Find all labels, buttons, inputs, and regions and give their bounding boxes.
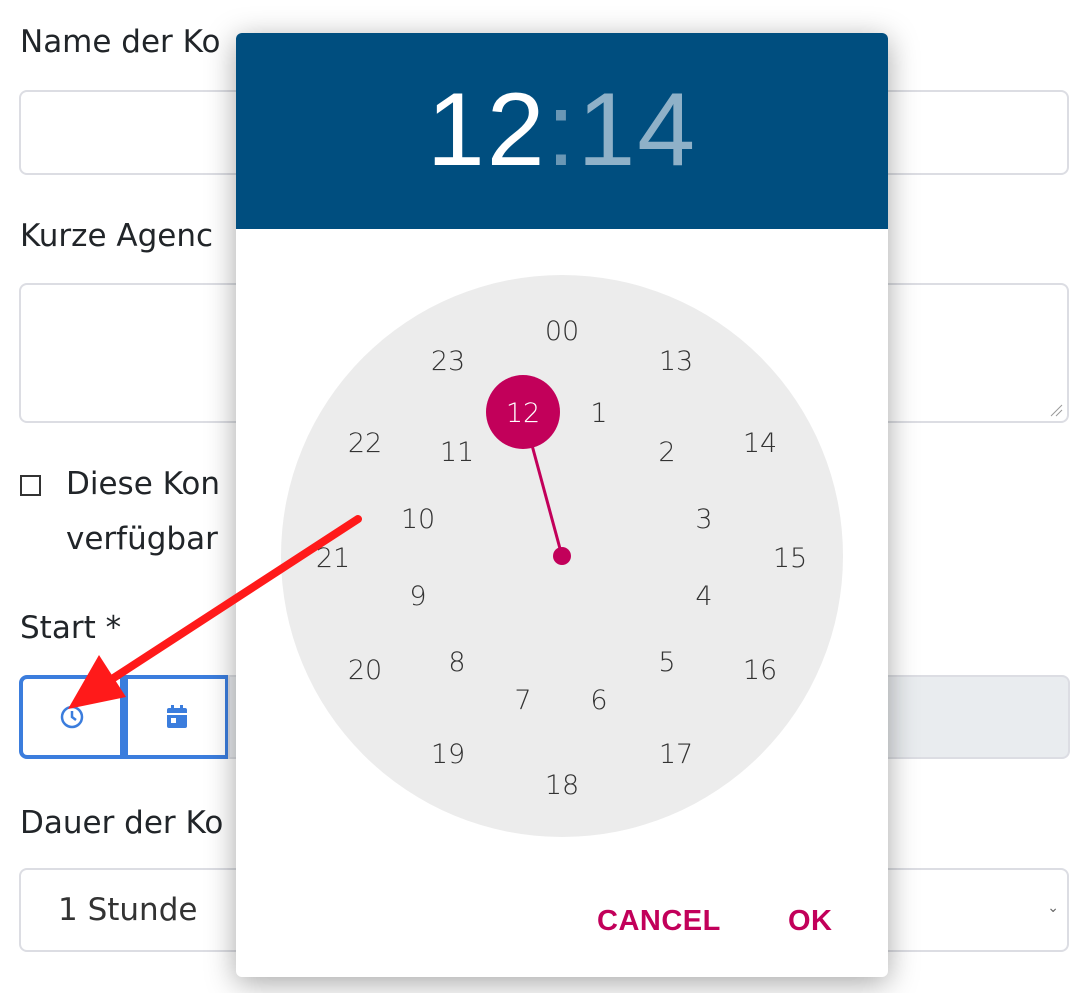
hour-9: 9 bbox=[409, 581, 426, 612]
hour-7: 7 bbox=[514, 685, 531, 716]
hour-8: 8 bbox=[448, 647, 465, 678]
calendar-icon bbox=[166, 705, 187, 728]
clock-icon bbox=[60, 705, 83, 729]
hour-13: 13 bbox=[659, 346, 693, 377]
available-checkbox-label-2: verfügbar bbox=[66, 521, 218, 557]
start-label: Start * bbox=[20, 610, 122, 646]
hour-21: 21 bbox=[316, 543, 350, 574]
hour-22: 22 bbox=[348, 428, 382, 459]
hour-2: 2 bbox=[658, 437, 675, 468]
chevron-down-icon: ⌄ bbox=[1047, 900, 1059, 916]
hour-15: 15 bbox=[773, 543, 807, 574]
hour-4: 4 bbox=[695, 581, 712, 612]
conference-name-label: Name der Ko bbox=[20, 24, 221, 60]
hour-10: 10 bbox=[401, 504, 435, 535]
available-checkbox[interactable] bbox=[20, 475, 41, 496]
clock-dial[interactable]: 00 13 14 15 16 17 18 19 20 21 22 23 12 1… bbox=[236, 33, 888, 977]
hour-6: 6 bbox=[590, 685, 607, 716]
hour-12: 12 bbox=[506, 398, 540, 429]
hour-17: 17 bbox=[659, 739, 693, 770]
duration-label: Dauer der Ko bbox=[20, 805, 224, 841]
available-checkbox-label: Diese Kon bbox=[66, 466, 221, 502]
date-picker-button[interactable] bbox=[124, 675, 229, 759]
hour-16: 16 bbox=[743, 655, 777, 686]
hour-20: 20 bbox=[348, 655, 382, 686]
hour-00: 00 bbox=[545, 316, 579, 347]
agenda-label: Kurze Agenc bbox=[20, 218, 214, 254]
hour-11: 11 bbox=[440, 437, 474, 468]
hour-19: 19 bbox=[431, 739, 465, 770]
resize-handle-icon[interactable] bbox=[1049, 403, 1063, 417]
hour-1: 1 bbox=[590, 398, 607, 429]
ok-button[interactable]: OK bbox=[788, 905, 833, 938]
cancel-button[interactable]: CANCEL bbox=[597, 905, 721, 938]
hour-14: 14 bbox=[743, 428, 777, 459]
hour-18: 18 bbox=[545, 770, 579, 801]
time-picker-dialog: 12:14 00 13 14 15 16 17 18 19 20 21 22 2… bbox=[236, 33, 888, 977]
duration-select-value: 1 Stunde bbox=[58, 892, 198, 928]
hour-23: 23 bbox=[431, 346, 465, 377]
hour-5: 5 bbox=[658, 647, 675, 678]
clock-center-dot bbox=[553, 547, 571, 565]
time-picker-button[interactable] bbox=[19, 675, 124, 759]
hour-3: 3 bbox=[695, 504, 712, 535]
